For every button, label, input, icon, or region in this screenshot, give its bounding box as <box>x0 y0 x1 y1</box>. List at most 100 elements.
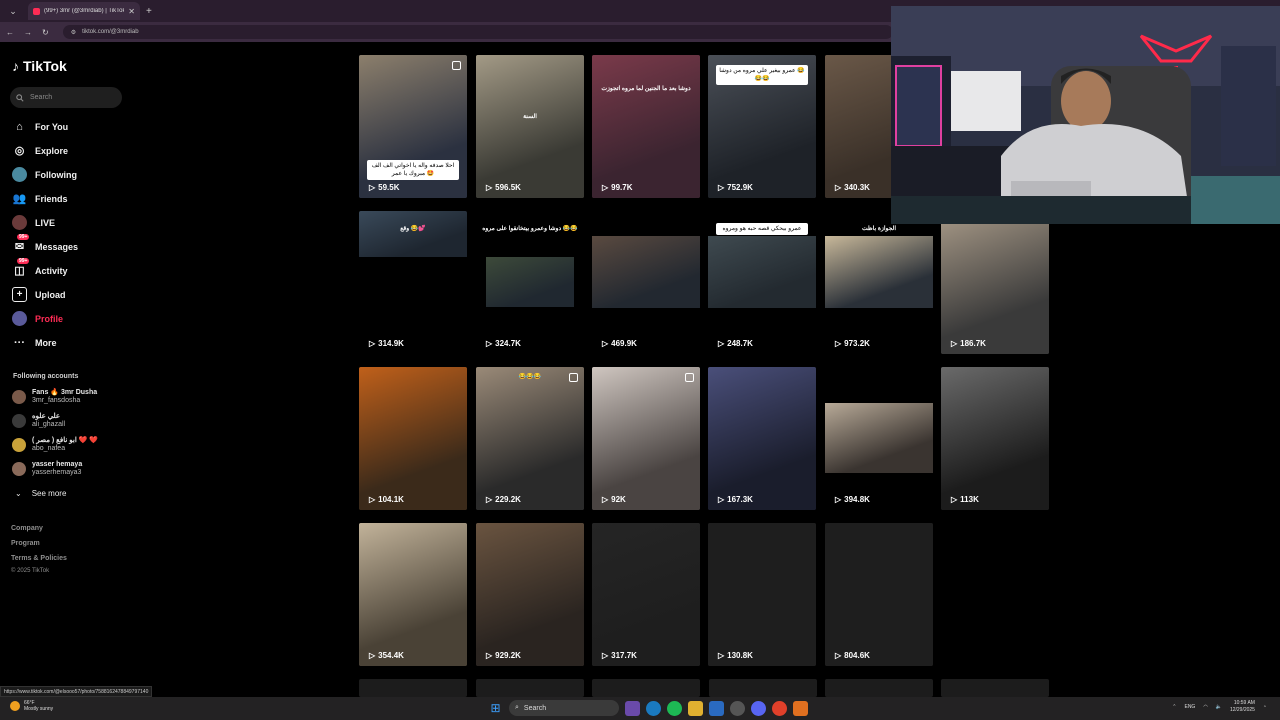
edge-icon[interactable] <box>646 700 661 716</box>
new-tab-icon[interactable]: + <box>146 6 152 17</box>
video-thumbnail[interactable] <box>476 679 584 697</box>
view-count: ▷ 804.6K <box>835 651 870 660</box>
url-field[interactable]: ⚙ tiktok.com/@3mrdiab <box>62 25 893 39</box>
close-tab-icon[interactable]: ✕ <box>128 7 135 16</box>
following-account[interactable]: علي علوه ali_ghazall <box>12 413 65 429</box>
video-thumbnail[interactable]: ▷ 113K <box>941 367 1049 510</box>
nav-label: Profile <box>35 313 64 324</box>
footer-link-company[interactable]: Company <box>11 525 43 532</box>
video-thumbnail[interactable]: ▷ 929.2K <box>476 523 584 666</box>
following-account[interactable]: yasser hemaya yasserhemaya3 <box>12 461 82 477</box>
view-count: ▷ 92K <box>602 495 626 504</box>
see-more-button[interactable]: ⌄ See more <box>15 489 66 498</box>
video-thumbnail[interactable]: ▷ 130.8K <box>708 523 816 666</box>
nav-messages[interactable]: ✉ 99+ Messages <box>12 234 78 254</box>
video-thumbnail[interactable] <box>941 679 1049 697</box>
activity-badge: 99+ <box>17 258 30 264</box>
nav-profile[interactable]: Profile <box>12 311 63 326</box>
video-thumbnail[interactable] <box>592 679 700 697</box>
volume-icon[interactable]: 🔈 <box>1216 704 1222 710</box>
windows-taskbar: 66°F Mostly sunny ⊞ ⌕ Search ⌃ ENG ◠ 🔈 1… <box>0 697 1280 720</box>
app-icon[interactable] <box>793 700 808 716</box>
avatar <box>12 390 26 404</box>
video-thumbnail[interactable]: عمرو بيغير علي مروه من دوشا 😂😂😂 ▷ 752.9K <box>708 55 816 198</box>
file-explorer-icon[interactable] <box>688 700 703 716</box>
video-thumbnail[interactable]: ▷ 186.7K <box>941 211 1049 354</box>
copyright: © 2025 TikTok <box>11 568 50 574</box>
thumbnail-image <box>592 523 700 666</box>
weather-desc: Mostly sunny <box>24 706 54 712</box>
spotify-icon[interactable] <box>667 700 682 716</box>
settings-icon[interactable] <box>730 700 745 716</box>
play-icon: ▷ <box>486 495 493 504</box>
view-count: ▷ 130.8K <box>718 651 753 660</box>
nav-following[interactable]: Following <box>12 167 77 182</box>
tab-list-icon[interactable]: ⌄ <box>6 4 20 18</box>
view-count: ▷ 354.4K <box>369 651 404 660</box>
lang-indicator[interactable]: ENG <box>1184 704 1195 710</box>
nav-upload[interactable]: + Upload <box>12 287 66 302</box>
clock[interactable]: 10:59 AM 12/29/2025 <box>1230 700 1255 714</box>
play-icon: ▷ <box>486 339 493 348</box>
back-icon[interactable]: ← <box>6 28 14 37</box>
chevron-up-icon[interactable]: ⌃ <box>1172 704 1176 710</box>
nav-for-you[interactable]: ⌂ For You <box>12 119 68 134</box>
video-thumbnail[interactable]: ▷ 92K <box>592 367 700 510</box>
video-thumbnail[interactable]: الجوازة باظت ▷ 973.2K <box>825 211 933 354</box>
windows-start-icon[interactable]: ⊞ <box>488 701 503 716</box>
nav-more[interactable]: ··· More <box>12 335 57 350</box>
tiktok-logo[interactable]: ♪ TikTok <box>12 58 67 74</box>
thumbnail-image <box>825 403 933 473</box>
nav-live[interactable]: LIVE <box>12 215 55 230</box>
video-thumbnail[interactable]: 😂😂😂 ▷ 229.2K <box>476 367 584 510</box>
forward-icon[interactable]: → <box>24 28 32 37</box>
video-thumbnail[interactable]: ▷ 354.4K <box>359 523 467 666</box>
video-thumbnail[interactable] <box>825 679 933 697</box>
discord-icon[interactable] <box>751 700 766 716</box>
store-icon[interactable] <box>709 700 724 716</box>
following-account[interactable]: ( ابو نافع ( مصر ❤️ ❤️ abo_nafea <box>12 437 98 453</box>
footer-link-program[interactable]: Program <box>11 540 40 547</box>
photo-carousel-icon <box>685 373 694 382</box>
thumbnail-image <box>359 367 467 510</box>
site-info-icon[interactable]: ⚙ <box>71 29 76 36</box>
video-thumbnail[interactable]: ▷ 804.6K <box>825 523 933 666</box>
nav-explore[interactable]: ◎ Explore <box>12 143 68 158</box>
following-account[interactable]: Fans 🔥 3mr Dusha 3mr_fansdosha <box>12 389 97 405</box>
next-row-partial <box>359 679 1049 697</box>
video-thumbnail[interactable]: السنة ▷ 596.5K <box>476 55 584 198</box>
play-icon: ▷ <box>835 339 842 348</box>
video-thumbnail[interactable]: ▷ 104.1K <box>359 367 467 510</box>
taskbar-search[interactable]: ⌕ Search <box>509 700 619 716</box>
view-count-value: 469.9K <box>611 339 637 348</box>
search-input[interactable]: Search <box>10 87 122 108</box>
video-thumbnail[interactable] <box>709 679 817 697</box>
browser-tab[interactable]: (99+) 3mr (@3mrdiab) | TikTok ✕ <box>28 2 140 20</box>
video-thumbnail[interactable]: ▷ 167.3K <box>708 367 816 510</box>
video-thumbnail[interactable]: وقع 😂💕 ▷ 314.9K <box>359 211 467 354</box>
footer-link-terms[interactable]: Terms & Policies <box>11 555 67 562</box>
reload-icon[interactable]: ↻ <box>42 28 49 37</box>
photo-carousel-icon <box>569 373 578 382</box>
nav-activity[interactable]: ◫ 99+ Activity <box>12 258 68 278</box>
wifi-icon[interactable]: ◠ <box>1203 704 1207 710</box>
weather-widget[interactable]: 66°F Mostly sunny <box>10 700 53 712</box>
video-thumbnail[interactable]: دوشا وعمرو بيتخانقوا على مروه 😂😂 ▷ 324.7K <box>476 211 584 354</box>
view-count: ▷ 394.8K <box>835 495 870 504</box>
chevron-down-icon: ⌄ <box>15 489 22 498</box>
video-thumbnail[interactable]: دوشا بعد ما الجنين لما مروه اتجوزت ▷ 99.7K <box>592 55 700 198</box>
video-thumbnail[interactable]: ▷ 469.9K <box>592 211 700 354</box>
copilot-icon[interactable] <box>625 700 640 716</box>
notification-icon[interactable]: ◔ <box>1263 704 1266 710</box>
play-icon: ▷ <box>369 339 376 348</box>
nav-friends[interactable]: 👥 Friends <box>12 191 68 206</box>
video-caption: دوشا وعمرو بيتخانقوا على مروه 😂😂 <box>482 226 578 232</box>
play-icon: ▷ <box>486 183 493 192</box>
video-thumbnail[interactable]: ▷ 317.7K <box>592 523 700 666</box>
sun-icon <box>10 701 20 711</box>
video-thumbnail[interactable]: احلا صدفه واله يا اخواتي الف الف مبروك ي… <box>359 55 467 198</box>
video-thumbnail[interactable] <box>359 679 467 697</box>
video-thumbnail[interactable]: عمرو بيحكي قصه حبه هو ومروه ▷ 248.7K <box>708 211 816 354</box>
chrome-icon[interactable] <box>772 700 787 716</box>
video-thumbnail[interactable]: ▷ 394.8K <box>825 367 933 510</box>
